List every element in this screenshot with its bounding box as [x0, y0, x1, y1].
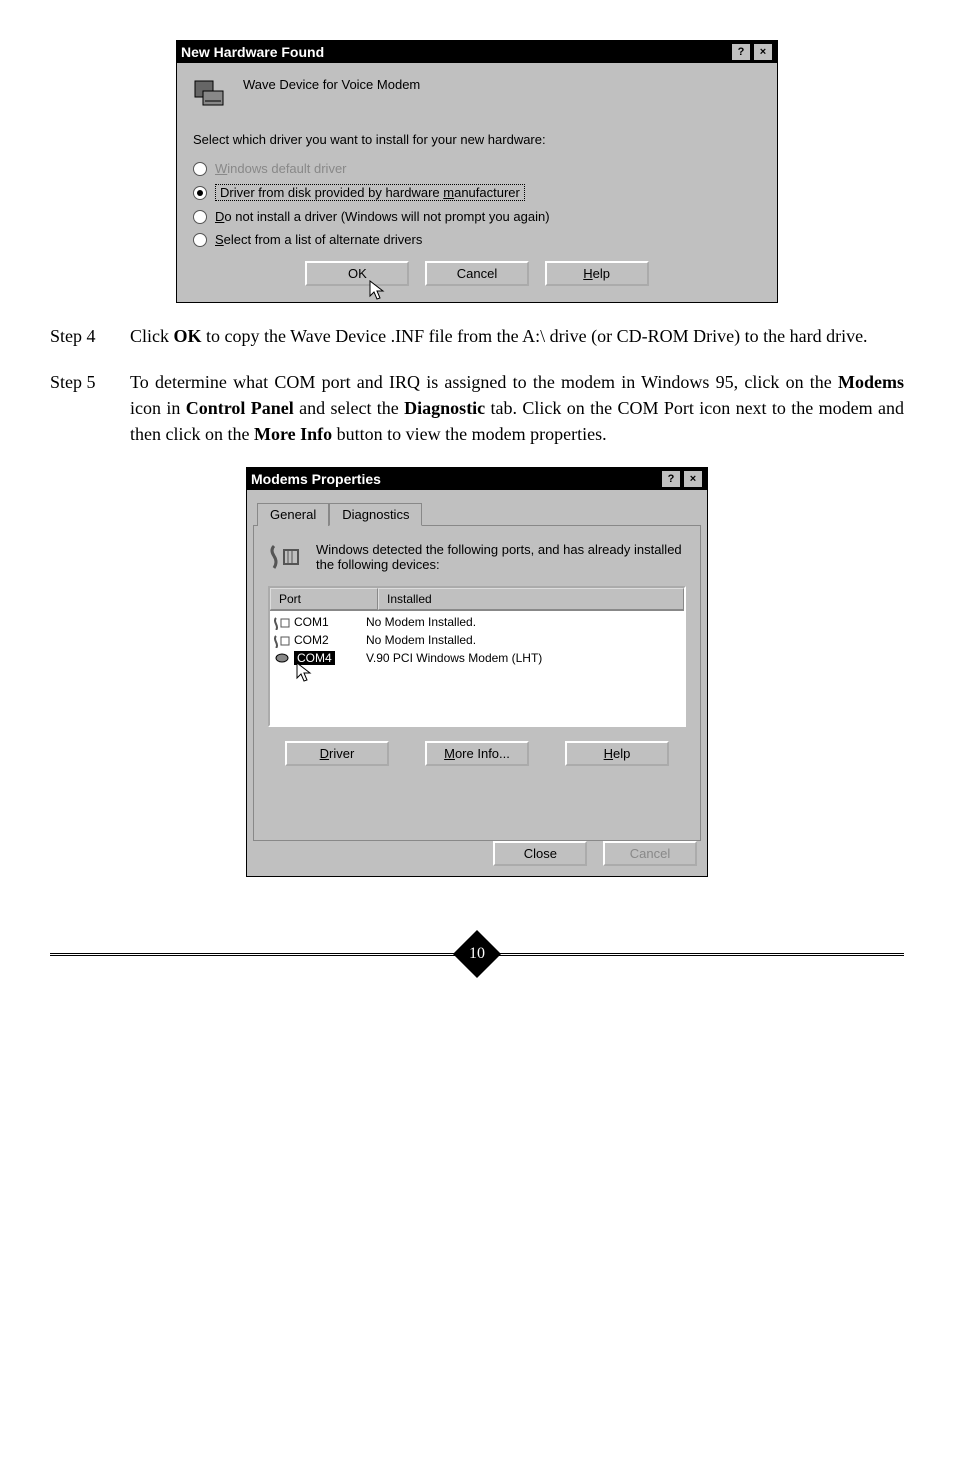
help-button[interactable]: Help	[545, 261, 649, 286]
port-listbox: Port Installed COM1 No Modem Installed.	[268, 586, 686, 727]
titlebar-text: Modems Properties	[251, 471, 659, 487]
ok-button[interactable]: OK	[305, 261, 409, 286]
radio-icon	[193, 233, 207, 247]
step-label: Step 4	[50, 323, 130, 349]
titlebar-text: New Hardware Found	[181, 44, 729, 60]
cancel-button[interactable]: Cancel	[425, 261, 529, 286]
step-5: Step 5 To determine what COM port and IR…	[50, 369, 904, 447]
step-body: To determine what COM port and IRQ is as…	[130, 369, 904, 447]
radio-windows-default: Windows default driver	[193, 161, 761, 176]
step-4: Step 4 Click OK to copy the Wave Device …	[50, 323, 904, 349]
list-item-com2[interactable]: COM2 No Modem Installed.	[270, 631, 684, 649]
list-item-com1[interactable]: COM1 No Modem Installed.	[270, 613, 684, 631]
help-icon[interactable]: ?	[731, 43, 751, 61]
instruction-text: Select which driver you want to install …	[193, 132, 761, 147]
new-hardware-dialog: New Hardware Found ? × Wave Device for V…	[176, 40, 778, 303]
close-icon[interactable]: ×	[683, 470, 703, 488]
driver-button[interactable]: Driver	[285, 741, 389, 766]
radio-label: Select from a list of alternate drivers	[215, 232, 422, 247]
help-button[interactable]: Help	[565, 741, 669, 766]
diagnostics-panel: Windows detected the following ports, an…	[253, 526, 701, 841]
radio-do-not-install[interactable]: Do not install a driver (Windows will no…	[193, 209, 761, 224]
radio-label: Do not install a driver (Windows will no…	[215, 209, 550, 224]
cancel-button: Cancel	[603, 841, 697, 866]
port-icon	[274, 614, 290, 630]
tab-general[interactable]: General	[257, 503, 329, 526]
tab-bar: General Diagnostics	[253, 502, 701, 526]
list-item-com4[interactable]: COM4 V.90 PCI Windows Modem (LHT)	[270, 649, 684, 667]
list-header: Port Installed	[270, 588, 684, 611]
close-button[interactable]: Close	[493, 841, 587, 866]
info-text: Windows detected the following ports, an…	[316, 542, 686, 572]
page-footer: 10	[50, 937, 904, 971]
device-icon	[193, 77, 227, 114]
diagnostics-icon	[268, 540, 302, 574]
radio-icon	[193, 162, 207, 176]
titlebar: New Hardware Found ? ×	[177, 41, 777, 63]
radio-icon	[193, 210, 207, 224]
radio-disk-provided[interactable]: Driver from disk provided by hardware ma…	[193, 184, 761, 201]
step-label: Step 5	[50, 369, 130, 447]
radio-select-list[interactable]: Select from a list of alternate drivers	[193, 232, 761, 247]
col-port[interactable]: Port	[270, 588, 378, 610]
tab-diagnostics[interactable]: Diagnostics	[329, 503, 422, 526]
col-installed[interactable]: Installed	[378, 588, 684, 610]
radio-icon	[193, 186, 207, 200]
radio-label: Windows default driver	[215, 161, 347, 176]
radio-label: Driver from disk provided by hardware ma…	[215, 184, 525, 201]
titlebar: Modems Properties ? ×	[247, 468, 707, 490]
cursor-icon	[369, 280, 387, 302]
modem-icon	[274, 650, 290, 666]
modems-properties-dialog: Modems Properties ? × General Diagnostic…	[246, 467, 708, 877]
port-icon	[274, 632, 290, 648]
close-icon[interactable]: ×	[753, 43, 773, 61]
help-icon[interactable]: ?	[661, 470, 681, 488]
step-body: Click OK to copy the Wave Device .INF fi…	[130, 323, 904, 349]
more-info-button[interactable]: More Info...	[425, 741, 529, 766]
cursor-icon	[296, 662, 314, 684]
page-number-badge: 10	[453, 930, 501, 978]
device-label: Wave Device for Voice Modem	[243, 77, 420, 92]
